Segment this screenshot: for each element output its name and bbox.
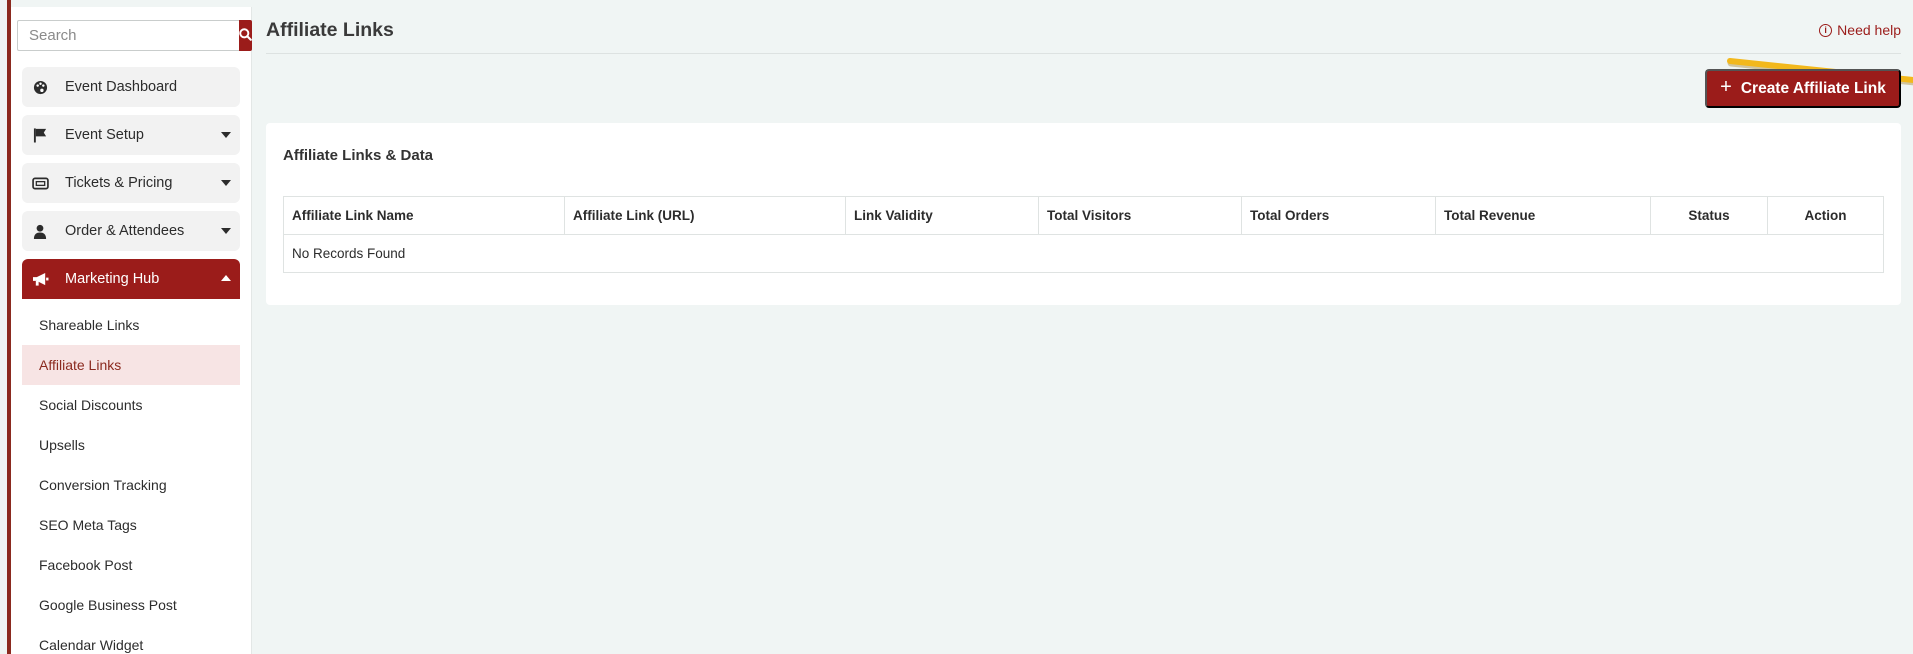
create-affiliate-link-button[interactable]: + Create Affiliate Link	[1705, 69, 1901, 108]
sidebar-item-label: Tickets & Pricing	[65, 175, 173, 191]
sidebar-item-marketing-hub[interactable]: Marketing Hub	[22, 259, 240, 299]
submenu-item-seo-meta-tags[interactable]: SEO Meta Tags	[22, 505, 240, 545]
column-header-total-revenue: Total Revenue	[1435, 196, 1651, 235]
sidebar-item-label: Event Setup	[65, 127, 144, 143]
table-header-row: Affiliate Link Name Affiliate Link (URL)…	[283, 196, 1884, 235]
column-header-action: Action	[1767, 196, 1884, 235]
column-header-total-visitors: Total Visitors	[1038, 196, 1242, 235]
submenu-item-calendar-widget[interactable]: Calendar Widget	[22, 625, 240, 654]
sidebar-item-tickets-pricing[interactable]: Tickets & Pricing	[22, 163, 240, 203]
column-header-affiliate-link-name: Affiliate Link Name	[283, 196, 565, 235]
submenu-item-facebook-post[interactable]: Facebook Post	[22, 545, 240, 585]
search-input[interactable]	[17, 20, 239, 51]
search-icon	[239, 27, 252, 44]
sidebar-item-label: Order & Attendees	[65, 223, 185, 239]
submenu-item-social-discounts[interactable]: Social Discounts	[22, 385, 240, 425]
submenu-item-label: Social Discounts	[39, 397, 143, 413]
column-header-total-orders: Total Orders	[1241, 196, 1436, 235]
need-help-label: Need help	[1837, 22, 1901, 38]
megaphone-icon	[31, 270, 49, 288]
create-affiliate-link-label: Create Affiliate Link	[1740, 79, 1886, 97]
need-help-link[interactable]: i Need help	[1819, 22, 1901, 38]
submenu-item-affiliate-links[interactable]: Affiliate Links	[22, 345, 240, 385]
sidebar: Event Dashboard Event Setup Tickets & Pr…	[11, 7, 252, 654]
chevron-down-icon	[221, 180, 231, 186]
submenu-item-label: Calendar Widget	[39, 637, 144, 653]
search-button[interactable]	[239, 20, 252, 51]
submenu-item-label: Facebook Post	[39, 557, 133, 573]
submenu-item-label: Google Business Post	[39, 597, 177, 613]
chevron-up-icon	[221, 275, 231, 281]
sidebar-item-event-dashboard[interactable]: Event Dashboard	[22, 67, 240, 107]
column-header-link-validity: Link Validity	[845, 196, 1039, 235]
page-title: Affiliate Links	[266, 19, 394, 41]
info-circle-icon: i	[1819, 23, 1833, 37]
chevron-down-icon	[221, 132, 231, 138]
title-divider	[266, 53, 1901, 54]
column-header-status: Status	[1650, 196, 1768, 235]
sidebar-item-label: Event Dashboard	[65, 79, 178, 95]
user-icon	[31, 222, 49, 240]
submenu-item-google-business-post[interactable]: Google Business Post	[22, 585, 240, 625]
submenu-item-label: SEO Meta Tags	[39, 517, 137, 533]
affiliate-links-card: Affiliate Links & Data Affiliate Link Na…	[266, 123, 1901, 305]
flag-icon	[31, 126, 49, 144]
sidebar-search	[17, 20, 252, 51]
plus-icon: +	[1720, 76, 1732, 98]
submenu-item-label: Upsells	[39, 437, 85, 453]
chevron-down-icon	[221, 228, 231, 234]
affiliate-links-table: Affiliate Link Name Affiliate Link (URL)…	[283, 196, 1884, 273]
submenu-item-label: Conversion Tracking	[39, 477, 167, 493]
submenu-item-shareable-links[interactable]: Shareable Links	[22, 305, 240, 345]
ticket-icon	[31, 174, 49, 192]
column-header-affiliate-link-url: Affiliate Link (URL)	[564, 196, 846, 235]
submenu-item-label: Affiliate Links	[39, 357, 122, 373]
submenu-item-conversion-tracking[interactable]: Conversion Tracking	[22, 465, 240, 505]
sidebar-item-label: Marketing Hub	[65, 271, 160, 287]
submenu-item-upsells[interactable]: Upsells	[22, 425, 240, 465]
marketing-hub-submenu: Shareable Links Affiliate Links Social D…	[22, 305, 240, 654]
card-title: Affiliate Links & Data	[283, 147, 434, 164]
sidebar-item-event-setup[interactable]: Event Setup	[22, 115, 240, 155]
sidebar-item-order-attendees[interactable]: Order & Attendees	[22, 211, 240, 251]
empty-table-message: No Records Found	[283, 234, 1884, 273]
table-row: No Records Found	[283, 234, 1884, 273]
submenu-item-label: Shareable Links	[39, 317, 140, 333]
palette-icon	[31, 78, 49, 96]
